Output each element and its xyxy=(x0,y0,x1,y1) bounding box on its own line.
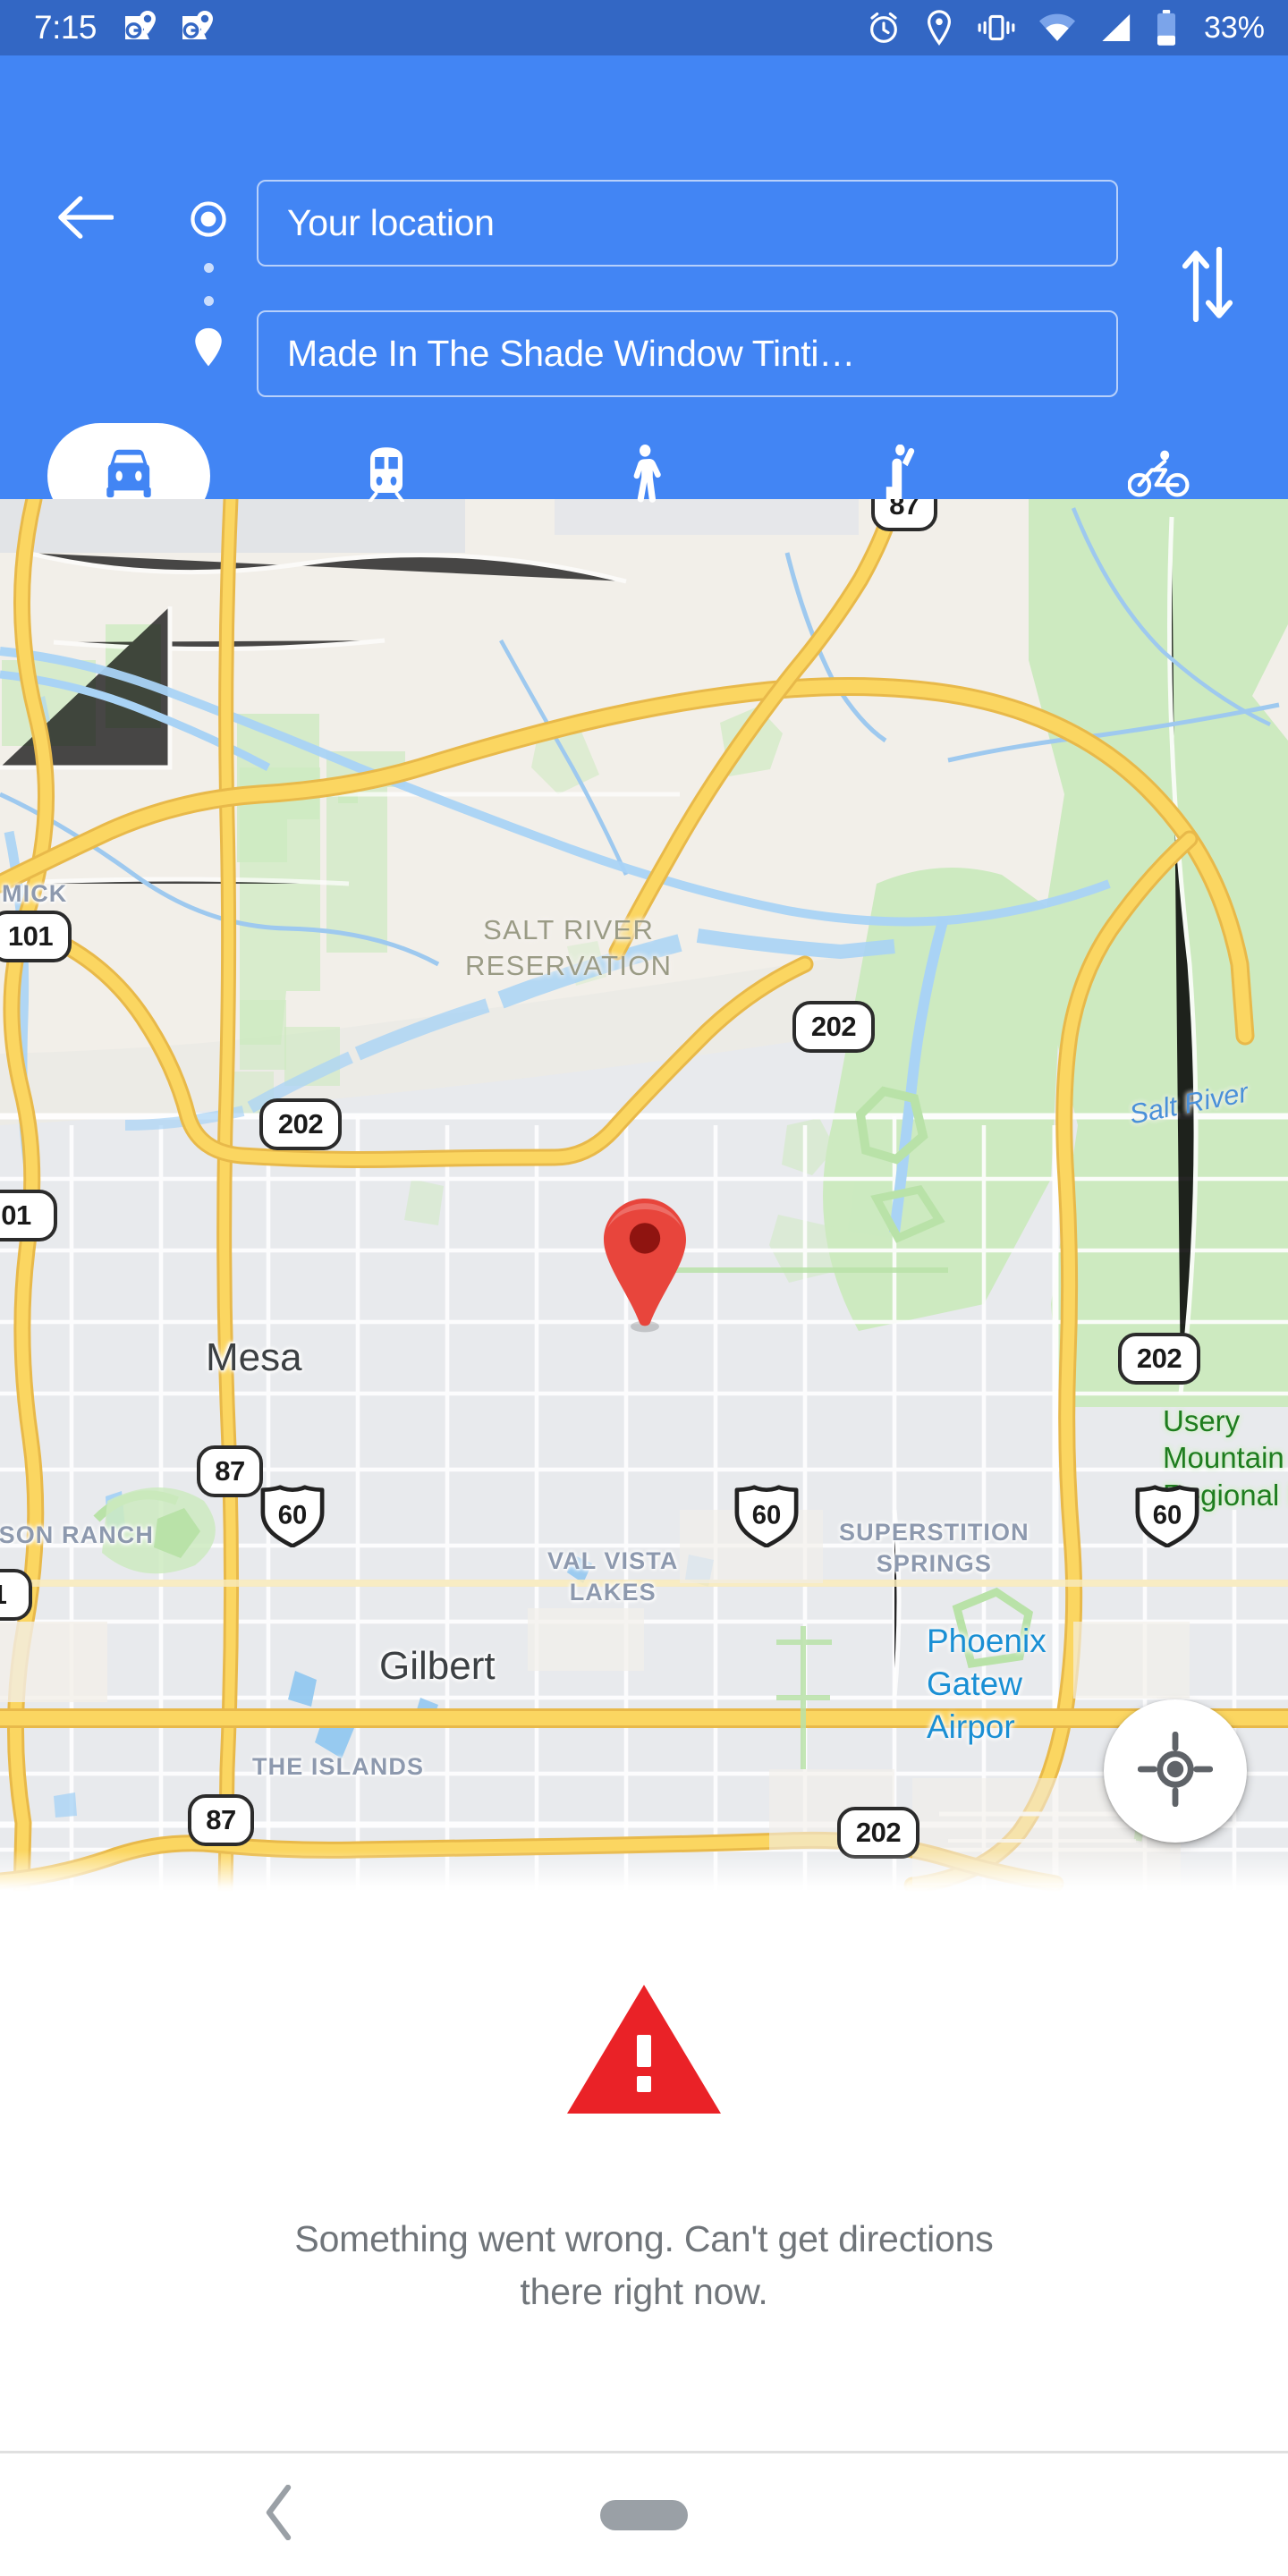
wifi-icon xyxy=(1038,13,1076,43)
location-icon xyxy=(924,10,954,46)
route-endpoint-rail xyxy=(177,181,240,386)
error-panel: Something went wrong. Can't get directio… xyxy=(0,1892,1288,2451)
nav-home-pill[interactable] xyxy=(600,2499,688,2530)
error-message-text: Something went wrong. Can't get directio… xyxy=(294,2218,994,2312)
status-bar-notification-icons xyxy=(123,10,215,46)
route-rail-dots xyxy=(203,242,214,326)
status-bar: 7:15 33% xyxy=(0,0,1288,55)
destination-input[interactable]: Made In The Shade Window Tinti… xyxy=(257,310,1118,397)
origin-dot-icon xyxy=(190,200,227,242)
cellular-signal-icon xyxy=(1098,13,1132,43)
status-bar-clock: 7:15 xyxy=(34,9,97,46)
directions-header: Your location Made In The Shade Window T… xyxy=(0,55,1288,529)
google-maps-notification-icon xyxy=(181,10,215,46)
nav-back-chevron-icon xyxy=(263,2484,295,2545)
swap-route-button[interactable] xyxy=(1168,243,1245,329)
status-bar-system-icons: 33% xyxy=(866,9,1265,47)
car-icon xyxy=(101,449,157,504)
walk-icon xyxy=(624,444,664,508)
rail-dot xyxy=(203,263,214,273)
back-arrow-icon xyxy=(56,192,114,247)
my-location-crosshair-icon xyxy=(1137,1731,1214,1811)
swap-arrows-icon xyxy=(1179,246,1234,327)
back-button[interactable] xyxy=(52,186,118,252)
rail-dot xyxy=(203,296,214,306)
map-viewport[interactable]: MICK H SALT RIVER RESERVATION Salt River U… xyxy=(0,499,1288,1892)
origin-input[interactable]: Your location xyxy=(257,180,1118,267)
warning-triangle-icon xyxy=(565,1981,723,2122)
nav-back-button[interactable] xyxy=(243,2479,315,2551)
hail-icon xyxy=(880,444,923,508)
alarm-icon xyxy=(866,10,902,46)
system-navigation-bar xyxy=(0,2453,1288,2576)
destination-value: Made In The Shade Window Tinti… xyxy=(287,333,855,374)
destination-pin-icon xyxy=(193,326,224,372)
transit-icon xyxy=(365,446,408,506)
battery-icon xyxy=(1155,9,1178,47)
vibrate-icon xyxy=(977,12,1016,44)
bike-icon xyxy=(1127,450,1191,503)
google-maps-notification-icon xyxy=(123,10,157,46)
map-tiles xyxy=(0,499,1288,1892)
my-location-button[interactable] xyxy=(1104,1699,1247,1843)
origin-value: Your location xyxy=(287,202,495,243)
battery-percent-label: 33% xyxy=(1203,10,1265,45)
